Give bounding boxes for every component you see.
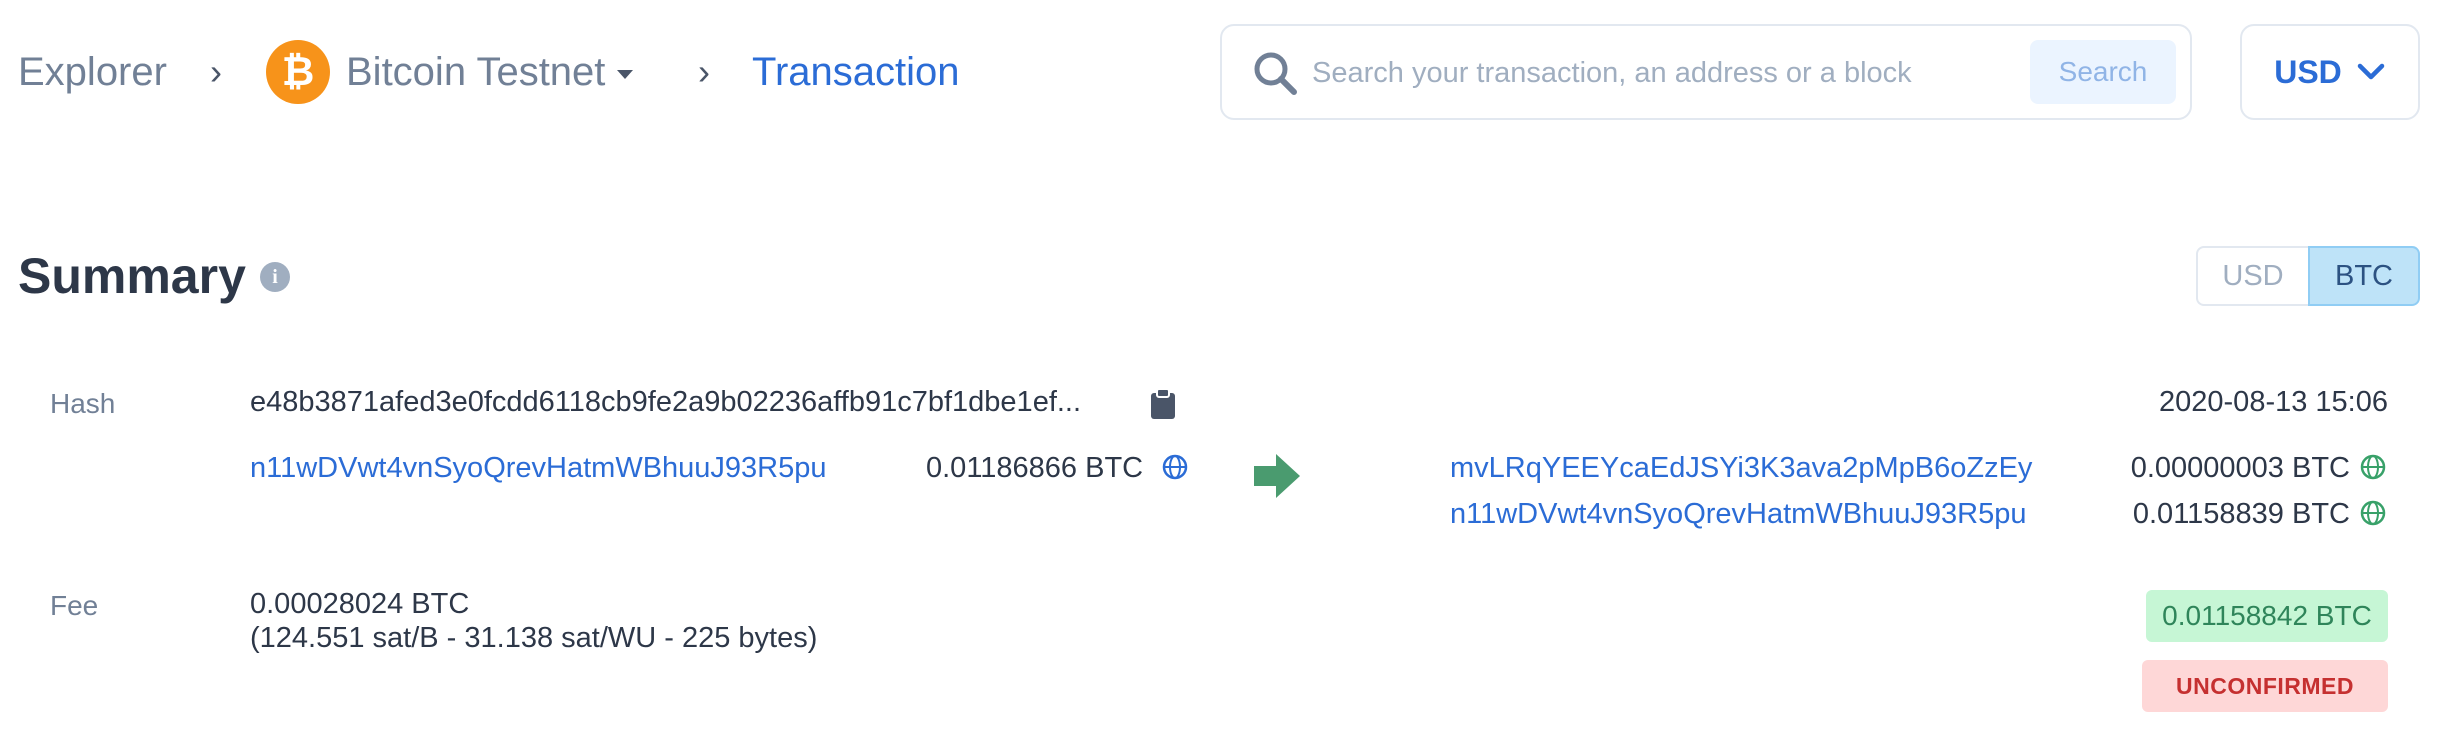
globe-icon[interactable] xyxy=(1162,454,1188,480)
search-icon xyxy=(1254,52,1297,95)
output-amount: 0.00000003 BTC xyxy=(2130,452,2350,484)
breadcrumb-current: Transaction xyxy=(752,50,960,94)
search-button[interactable]: Search xyxy=(2030,40,2176,104)
network-selector[interactable]: Bitcoin Testnet xyxy=(346,44,634,100)
total-output-badge: 0.01158842 BTC xyxy=(2146,590,2388,642)
transaction-timestamp: 2020-08-13 15:06 xyxy=(2159,386,2388,418)
fee-label: Fee xyxy=(50,590,99,621)
input-amount: 0.01186866 BTC xyxy=(926,452,1144,484)
breadcrumb-separator: › xyxy=(698,51,710,92)
summary-title: Summary xyxy=(18,248,246,304)
search-bar: Search xyxy=(1220,24,2192,120)
hash-label: Hash xyxy=(50,388,116,419)
globe-icon[interactable] xyxy=(2360,500,2386,526)
fee-amount: 0.00028024 BTC xyxy=(250,588,470,620)
output-address[interactable]: n11wDVwt4vnSyoQrevHatmWBhuuJ93R5pu xyxy=(1450,498,2027,531)
clipboard-icon[interactable] xyxy=(1150,388,1176,420)
info-icon[interactable]: i xyxy=(260,262,290,292)
globe-icon[interactable] xyxy=(2360,454,2386,480)
toggle-usd[interactable]: USD xyxy=(2196,246,2308,306)
caret-down-icon xyxy=(617,69,634,79)
input-address[interactable]: n11wDVwt4vnSyoQrevHatmWBhuuJ93R5pu xyxy=(250,452,827,485)
network-label: Bitcoin Testnet xyxy=(346,50,606,94)
transaction-hash: e48b3871afed3e0fcdd6118cb9fe2a9b02236aff… xyxy=(250,386,1082,418)
breadcrumb-separator: › xyxy=(210,51,222,92)
search-input[interactable] xyxy=(1312,46,2002,100)
fee-details: (124.551 sat/B - 31.138 sat/WU - 225 byt… xyxy=(250,622,818,654)
breadcrumb-explorer[interactable]: Explorer xyxy=(18,44,167,100)
bitcoin-icon: ₿ xyxy=(266,40,330,104)
arrow-right-icon xyxy=(1254,454,1300,498)
output-amount: 0.01158839 BTC xyxy=(2132,498,2350,530)
status-badge: UNCONFIRMED xyxy=(2142,660,2388,712)
currency-select[interactable]: USD xyxy=(2240,24,2420,120)
output-address[interactable]: mvLRqYEEYcaEdJSYi3K3ava2pMpB6oZzEy xyxy=(1450,452,2032,485)
chevron-down-icon xyxy=(2357,63,2385,80)
toggle-btc[interactable]: BTC xyxy=(2308,246,2420,306)
currency-select-value: USD xyxy=(2274,53,2342,90)
